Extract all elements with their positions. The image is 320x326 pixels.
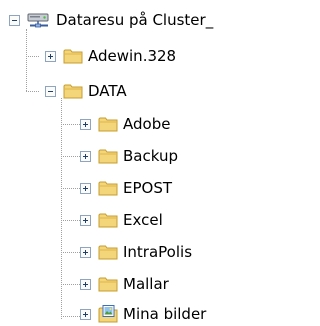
folder-icon: [98, 149, 118, 164]
folder-icon: [63, 49, 83, 64]
collapse-toggle[interactable]: [9, 14, 20, 26]
tree-item-epost[interactable]: EPOST: [80, 176, 172, 200]
expand-toggle[interactable]: [80, 308, 91, 320]
tree-item-excel[interactable]: Excel: [80, 208, 163, 232]
folder-icon: [98, 181, 118, 196]
tree-item-label: Adobe: [123, 115, 171, 133]
folder-icon: [98, 277, 118, 292]
expand-toggle[interactable]: [80, 214, 91, 226]
tree-item-intrapolis[interactable]: IntraPolis: [80, 240, 192, 264]
tree-line: [61, 124, 80, 125]
tree-line: [61, 284, 80, 285]
expand-toggle[interactable]: [80, 150, 91, 162]
tree-item-data[interactable]: DATA: [45, 79, 127, 103]
expand-toggle[interactable]: [80, 182, 91, 194]
folder-icon: [98, 213, 118, 228]
tree-item-backup[interactable]: Backup: [80, 144, 178, 168]
tree-line: [61, 316, 80, 317]
tree-line: [26, 29, 27, 91]
tree-item-adobe[interactable]: Adobe: [80, 112, 170, 136]
tree-item-adewin[interactable]: Adewin.328: [45, 44, 176, 68]
tree-item-label: Dataresu på Cluster_: [56, 11, 214, 29]
tree-item-label: Backup: [123, 147, 178, 165]
tree-item-label: EPOST: [123, 179, 173, 197]
tree-item-label: Adewin.328: [88, 47, 177, 65]
collapse-toggle[interactable]: [45, 85, 56, 97]
expand-toggle[interactable]: [80, 118, 91, 130]
tree-line: [26, 91, 39, 92]
folder-icon: [98, 245, 118, 260]
tree-line: [61, 156, 80, 157]
tree-line: [61, 188, 80, 189]
folder-icon: [63, 84, 83, 99]
tree-item-label: DATA: [88, 82, 127, 100]
my-pictures-folder-icon: [98, 305, 118, 323]
folder-tree: Dataresu på Cluster_ Adewin.328 DATA Ado…: [0, 0, 258, 326]
network-drive-icon: [27, 13, 49, 28]
tree-line: [61, 98, 62, 319]
folder-icon: [98, 117, 118, 132]
tree-item-mallar[interactable]: Mallar: [80, 272, 169, 296]
expand-toggle[interactable]: [80, 278, 91, 290]
tree-root-item[interactable]: Dataresu på Cluster_: [9, 8, 213, 32]
expand-toggle[interactable]: [45, 50, 56, 62]
tree-item-label: Mina bilder: [123, 305, 207, 323]
tree-line: [26, 56, 39, 57]
tree-item-label: IntraPolis: [123, 243, 193, 261]
tree-item-label: Excel: [123, 211, 163, 229]
tree-item-label: Mallar: [123, 275, 169, 293]
tree-line: [61, 252, 80, 253]
tree-line: [61, 220, 80, 221]
expand-toggle[interactable]: [80, 246, 91, 258]
tree-item-mina-bilder[interactable]: Mina bilder: [80, 302, 206, 326]
